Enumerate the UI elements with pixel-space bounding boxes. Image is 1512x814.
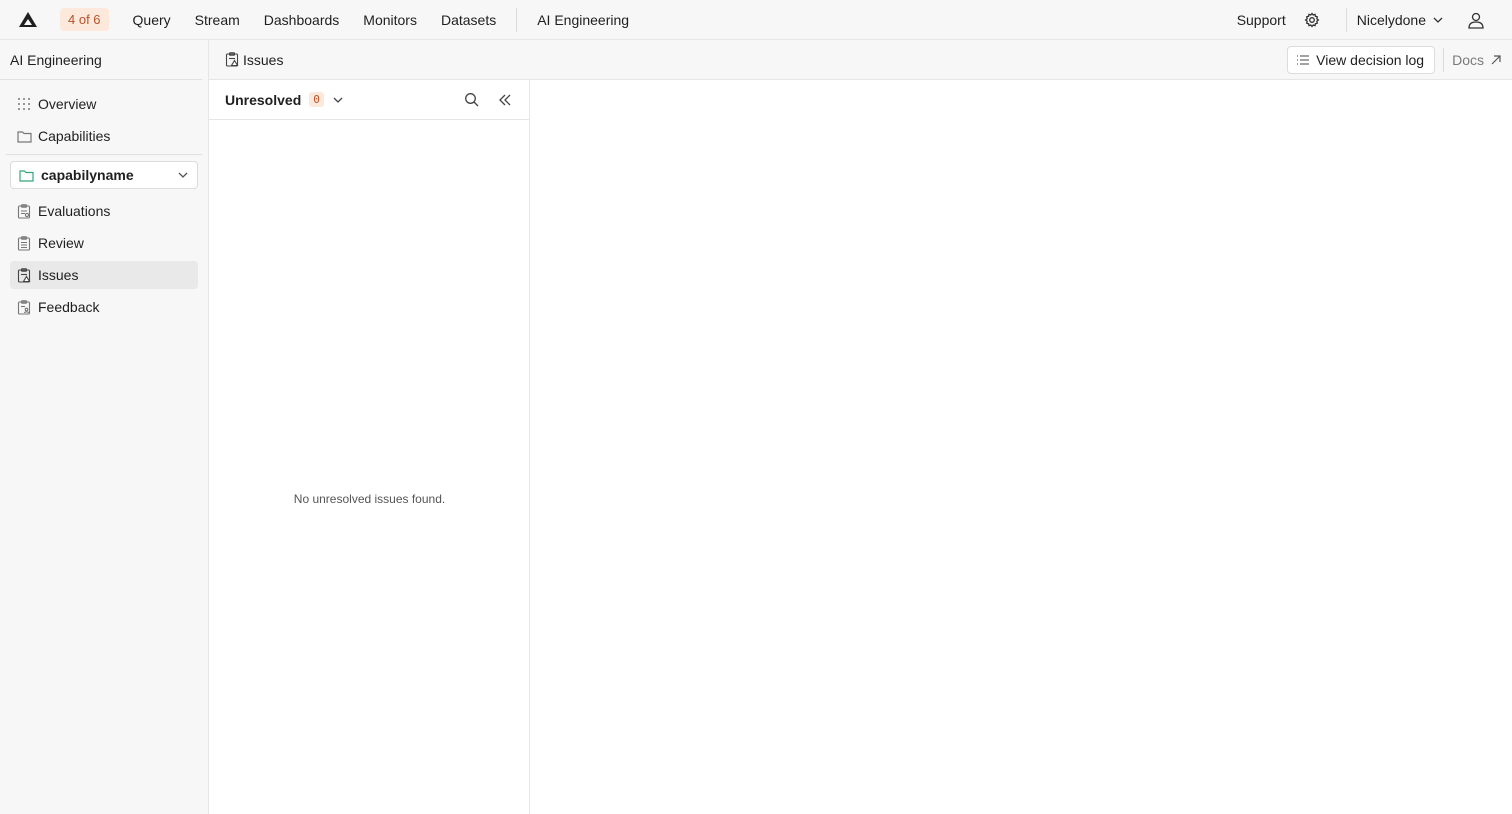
issues-count-badge: 0 (309, 92, 324, 107)
page-header: Issues View decision log Docs (209, 40, 1512, 80)
docs-link[interactable]: Docs (1452, 52, 1512, 68)
clipboard-user-icon (16, 299, 32, 315)
empty-state-message: No unresolved issues found. (293, 492, 446, 506)
sidebar-item-evaluations[interactable]: Evaluations (10, 197, 198, 225)
search-button[interactable] (459, 88, 483, 112)
clipboard-list-icon (16, 235, 32, 251)
docs-label: Docs (1452, 51, 1484, 68)
page-title: Issues (243, 51, 284, 68)
grid-icon (16, 96, 32, 112)
issues-list-header: Unresolved 0 (209, 80, 529, 120)
nav-ai-engineering[interactable]: AI Engineering (525, 12, 641, 28)
sidebar-item-overview[interactable]: Overview (10, 90, 198, 118)
nav-query[interactable]: Query (121, 12, 183, 28)
status-filter-label: Unresolved (225, 91, 302, 108)
sidebar-item-review[interactable]: Review (10, 229, 198, 257)
sidebar-item-label: Evaluations (38, 203, 111, 219)
gear-icon (1304, 11, 1320, 28)
sidebar-item-label: Issues (38, 267, 79, 283)
view-decision-log-button[interactable]: View decision log (1287, 45, 1436, 74)
external-link-icon (1491, 54, 1501, 64)
user-menu[interactable] (1462, 6, 1490, 34)
sidebar-item-capabilities[interactable]: Capabilities (10, 122, 198, 150)
org-name: Nicelydone (1356, 11, 1426, 28)
nav-datasets[interactable]: Datasets (429, 12, 508, 28)
list-icon (1297, 54, 1310, 65)
sidebar-divider (6, 154, 202, 155)
chevron-down-icon (333, 97, 343, 103)
capability-select[interactable]: capabilyname (10, 161, 198, 189)
chevrons-left-icon (499, 94, 511, 105)
onboarding-step-badge[interactable]: 4 of 6 (60, 8, 109, 31)
top-right-controls: Support Nicelydone (1225, 0, 1512, 40)
main-nav: Query Stream Dashboards Monitors Dataset… (121, 7, 642, 32)
user-icon (1468, 12, 1484, 29)
status-filter-dropdown[interactable]: Unresolved 0 (225, 92, 344, 108)
list-actions (459, 88, 529, 112)
issue-detail-area (530, 80, 1512, 814)
sidebar: AI Engineering Overview Capabilities cap… (0, 40, 209, 814)
app-logo[interactable] (14, 6, 42, 34)
folder-icon (16, 128, 32, 144)
sidebar-item-label: Overview (38, 96, 97, 112)
search-icon (464, 93, 478, 107)
nav-divider (516, 7, 518, 32)
clipboard-warning-icon (16, 267, 32, 283)
nav-dashboards[interactable]: Dashboards (252, 12, 352, 28)
top-divider (1345, 7, 1347, 32)
clipboard-check-icon (16, 203, 32, 219)
sidebar-item-issues[interactable]: Issues (10, 261, 198, 289)
collapse-panel-button[interactable] (493, 88, 517, 112)
support-link[interactable]: Support (1225, 12, 1298, 28)
breadcrumb: Issues (209, 52, 283, 68)
top-bar: 4 of 6 Query Stream Dashboards Monitors … (0, 0, 1512, 40)
issues-list-panel: Unresolved 0 No unresolved issues found. (209, 80, 530, 814)
logo-icon (19, 11, 37, 27)
chevron-down-icon (177, 169, 189, 181)
capability-name: capabilyname (41, 167, 134, 183)
clipboard-warning-icon (225, 52, 239, 67)
header-divider (1443, 47, 1445, 72)
org-switcher[interactable]: Nicelydone (1357, 12, 1462, 28)
sidebar-title: AI Engineering (0, 40, 202, 80)
nav-stream[interactable]: Stream (183, 12, 252, 28)
chevron-down-icon (1433, 17, 1443, 23)
sidebar-item-label: Review (38, 235, 84, 251)
sidebar-item-feedback[interactable]: Feedback (10, 293, 198, 321)
settings-button[interactable] (1298, 6, 1326, 34)
nav-monitors[interactable]: Monitors (351, 12, 429, 28)
sidebar-item-label: Capabilities (38, 128, 111, 144)
view-decision-log-label: View decision log (1316, 51, 1425, 68)
sidebar-item-label: Feedback (38, 299, 100, 315)
folder-icon (19, 167, 35, 183)
